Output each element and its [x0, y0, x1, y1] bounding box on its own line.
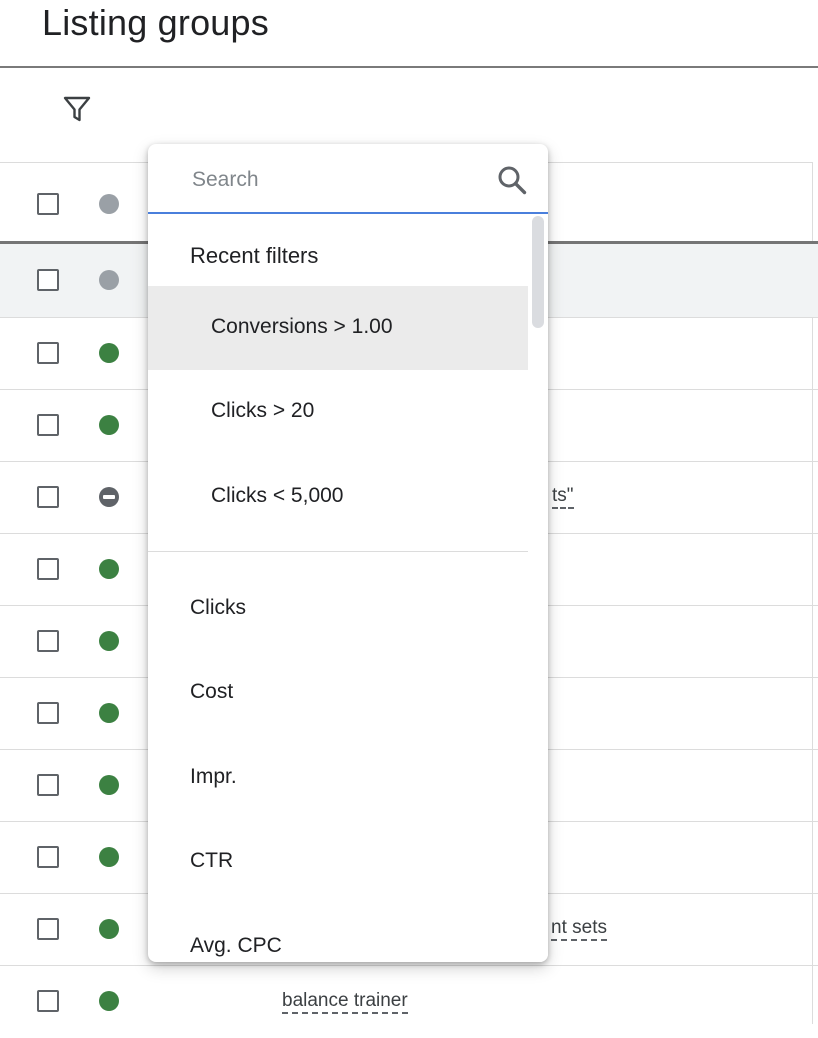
recent-filter-clicks-lt[interactable]: Clicks < 5,000: [148, 455, 528, 539]
menu-item-label: Cost: [190, 680, 234, 703]
menu-item-label: Avg. CPC: [190, 934, 282, 957]
status-header-icon: [99, 194, 119, 214]
search-input[interactable]: [190, 164, 484, 196]
status-dot: [99, 703, 119, 723]
row-checkbox[interactable]: [37, 342, 59, 364]
scrollbar-thumb[interactable]: [532, 216, 544, 328]
recent-filters-heading: Recent filters: [190, 243, 319, 268]
filter-option-cost[interactable]: Cost: [148, 652, 528, 736]
status-dot: [99, 775, 119, 795]
menu-item-label: Clicks < 5,000: [211, 484, 344, 507]
listing-group-link[interactable]: balance trainer: [282, 990, 408, 1014]
row-checkbox[interactable]: [37, 630, 59, 652]
row-checkbox[interactable]: [37, 558, 59, 580]
row-checkbox[interactable]: [37, 918, 59, 940]
filter-option-impr[interactable]: Impr.: [148, 737, 528, 821]
status-dot: [99, 919, 119, 939]
menu-divider: [148, 551, 528, 552]
filter-icon[interactable]: [62, 94, 92, 124]
table-row[interactable]: balance trainer: [0, 966, 818, 1038]
status-dot: [99, 415, 119, 435]
row-checkbox[interactable]: [37, 486, 59, 508]
row-checkbox[interactable]: [37, 990, 59, 1012]
filter-option-ctr[interactable]: CTR: [148, 821, 528, 905]
page-title: Listing groups: [42, 2, 269, 43]
status-dot: [99, 559, 119, 579]
paused-status-icon: [99, 487, 119, 507]
status-dot: [99, 991, 119, 1011]
filter-option-clicks[interactable]: Clicks: [148, 568, 528, 652]
status-dot: [99, 847, 119, 867]
row-checkbox[interactable]: [37, 846, 59, 868]
menu-item-label: Conversions > 1.00: [211, 315, 393, 338]
listing-group-link[interactable]: nt sets: [551, 917, 607, 941]
row-checkbox[interactable]: [37, 414, 59, 436]
listing-group-link[interactable]: ts": [552, 485, 574, 509]
row-checkbox[interactable]: [37, 774, 59, 796]
status-dot: [99, 343, 119, 363]
recent-filter-clicks-gt[interactable]: Clicks > 20: [148, 370, 528, 454]
status-dot: [99, 631, 119, 651]
search-icon[interactable]: [496, 164, 528, 196]
search-box: [148, 144, 548, 214]
row-checkbox[interactable]: [37, 269, 59, 291]
row-checkbox[interactable]: [37, 702, 59, 724]
menu-item-label: Clicks > 20: [211, 399, 315, 422]
menu-item-label: Clicks: [190, 596, 246, 619]
menu-item-label: CTR: [190, 849, 234, 872]
filter-option-avg-cpc[interactable]: Avg. CPC: [148, 906, 528, 962]
recent-filter-conversions[interactable]: Conversions > 1.00: [148, 286, 528, 370]
page-header: Listing groups: [0, 0, 818, 68]
menu-item-label: Impr.: [190, 765, 237, 788]
status-dot: [99, 270, 119, 290]
filter-dropdown: Recent filters Conversions > 1.00 Clicks…: [148, 144, 548, 962]
select-all-checkbox[interactable]: [37, 193, 59, 215]
